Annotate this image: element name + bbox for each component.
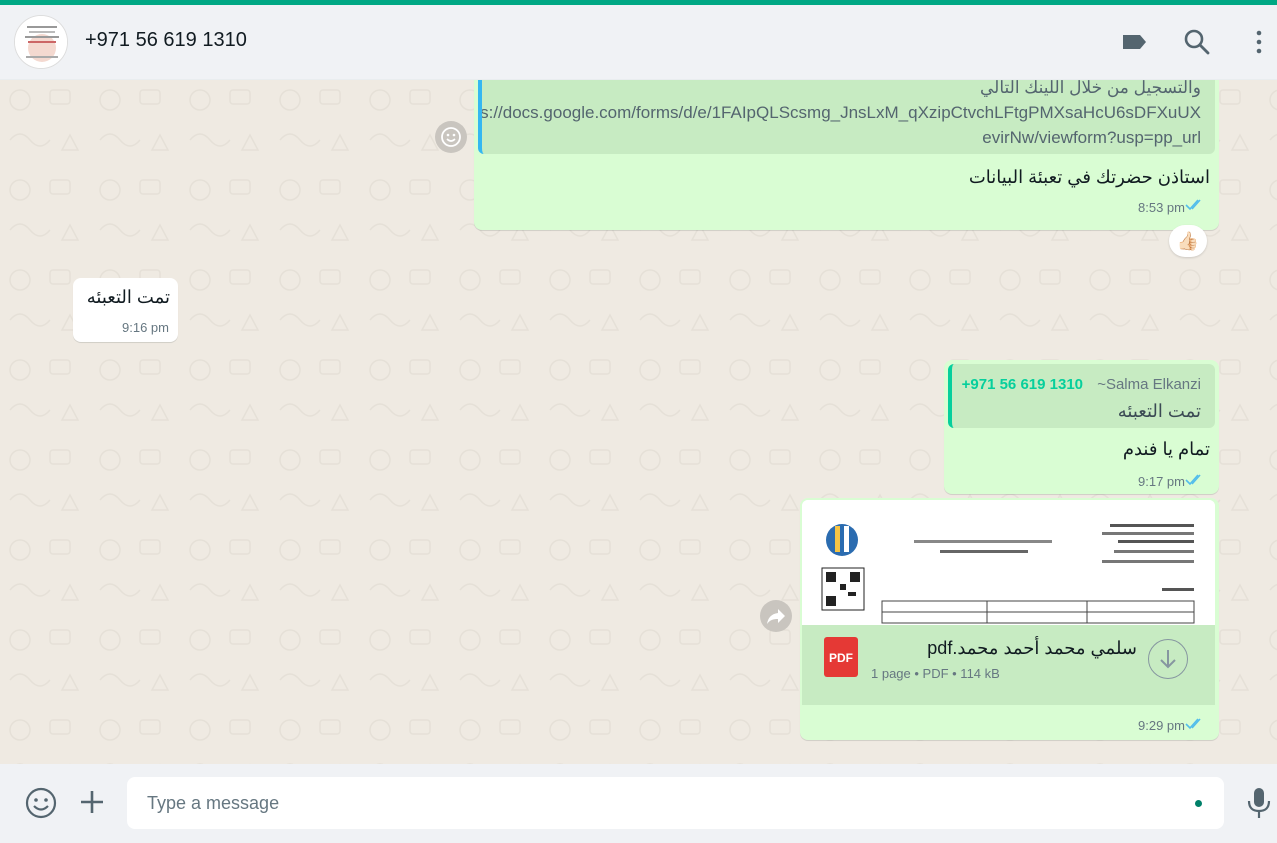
document-file-name[interactable]: سلمي محمد أحمد محمد.pdf: [927, 638, 1137, 659]
quoted-link-line[interactable]: evirNw/viewform?usp=pp_url: [982, 128, 1201, 148]
chat-pane[interactable]: والتسجيل من خلال اللينك التالي https://d…: [0, 80, 1277, 764]
pdf-preview-thumbnail[interactable]: [802, 500, 1215, 625]
quoted-author-phone: +971 56 619 1310: [961, 376, 1084, 393]
document-info-panel[interactable]: PDF سلمي محمد أحمد محمد.pdf 1 page • PDF…: [802, 625, 1215, 705]
menu-icon[interactable]: [1244, 27, 1274, 57]
quoted-message[interactable]: +971 56 619 1310 ~Salma Elkanzi تمت التع…: [948, 364, 1215, 428]
forward-icon[interactable]: [760, 600, 792, 632]
quoted-message-text: تمت التعبئه: [1117, 401, 1201, 421]
contact-name[interactable]: +971 56 619 1310: [85, 29, 247, 52]
message-input[interactable]: [127, 777, 1224, 829]
search-icon[interactable]: [1182, 27, 1212, 57]
download-icon[interactable]: [1148, 639, 1188, 679]
message-input-box[interactable]: [127, 777, 1224, 829]
quoted-link-block[interactable]: والتسجيل من خلال اللينك التالي https://d…: [478, 80, 1215, 154]
message-time: 9:29 pm: [1138, 718, 1185, 733]
thumbs-up-emoji: 👍🏻: [1176, 231, 1200, 251]
message-time: 9:16 pm: [122, 320, 169, 335]
message-bubble-incoming[interactable]: تمت التعبئه 9:16 pm: [73, 278, 178, 342]
document-message-bubble[interactable]: PDF سلمي محمد أحمد محمد.pdf 1 page • PDF…: [800, 498, 1219, 740]
reaction-badge[interactable]: 👍🏻: [1169, 225, 1207, 257]
message-text: تمت التعبئه: [86, 287, 170, 307]
chat-header: +971 56 619 1310: [0, 5, 1277, 80]
microphone-icon[interactable]: [1244, 786, 1274, 825]
emoji-icon[interactable]: [24, 786, 58, 825]
quoted-link-line[interactable]: https://docs.google.com/forms/d/e/1FAIpQ…: [482, 103, 1201, 123]
message-composer: [0, 764, 1277, 843]
attach-plus-icon[interactable]: [78, 788, 106, 821]
status-dot: [1195, 800, 1202, 807]
label-icon[interactable]: [1119, 27, 1149, 57]
quoted-message-header: +971 56 619 1310 ~Salma Elkanzi: [962, 376, 1201, 393]
quoted-text-line: والتسجيل من خلال اللينك التالي: [979, 80, 1201, 97]
document-file-meta: 1 page • PDF • 114 kB: [871, 666, 1000, 681]
message-text: تمام يا فندم: [1122, 439, 1210, 459]
emoji-react-icon[interactable]: [435, 121, 467, 153]
quoted-author-name: ~Salma Elkanzi: [1097, 376, 1201, 393]
message-bubble-outgoing[interactable]: والتسجيل من خلال اللينك التالي https://d…: [474, 80, 1219, 230]
message-time: 9:17 pm: [1138, 474, 1185, 489]
read-receipt-icon: [1185, 717, 1205, 736]
pdf-badge-label: PDF: [829, 651, 853, 665]
message-time: 8:53 pm: [1138, 200, 1185, 215]
message-text: استاذن حضرتك في تعبئة البيانات: [968, 167, 1210, 187]
read-receipt-icon: [1185, 198, 1205, 215]
contact-avatar[interactable]: [14, 15, 68, 69]
read-receipt-icon: [1185, 473, 1205, 492]
message-bubble-outgoing[interactable]: +971 56 619 1310 ~Salma Elkanzi تمت التع…: [944, 360, 1219, 494]
pdf-file-icon: PDF: [824, 637, 858, 677]
